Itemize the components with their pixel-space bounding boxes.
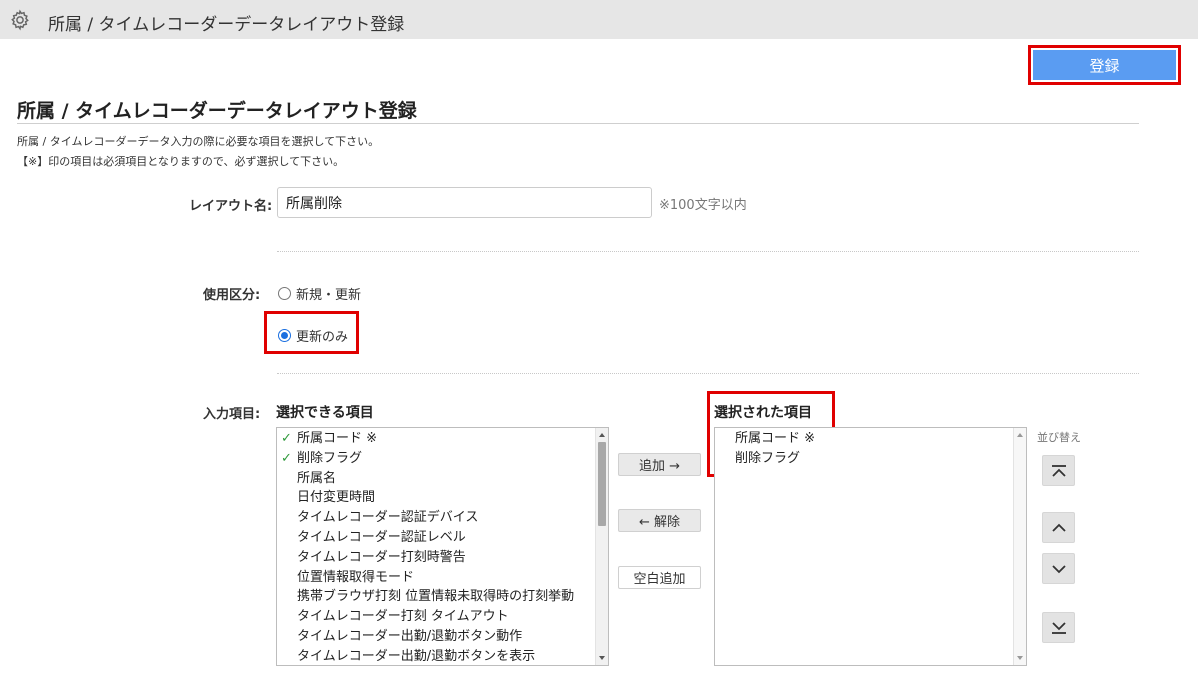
sort-label: 並び替え [1037, 431, 1081, 444]
remove-button[interactable]: ← 解除 [618, 509, 701, 532]
register-button-highlight: 登録 [1028, 45, 1181, 85]
move-up-button[interactable] [1042, 512, 1075, 543]
layout-name-hint: ※100文字以内 [659, 198, 747, 213]
layout-name-label: レイアウト名: [189, 199, 273, 214]
usage-option-update-only[interactable]: 更新のみ [278, 326, 348, 345]
usage-option-label: 新規・更新 [296, 288, 362, 303]
list-item[interactable]: 所属コード ※ [715, 429, 1026, 449]
list-item-label: 所属コード ※ [735, 431, 816, 446]
radio-button-checked[interactable] [278, 329, 291, 342]
move-to-bottom-icon [1051, 621, 1066, 634]
add-button[interactable]: 追加 → [618, 453, 701, 476]
available-items-heading: 選択できる項目 [276, 405, 374, 421]
title-divider [17, 123, 1139, 124]
list-item-label: タイムレコーダー打刻 タイムアウト [297, 609, 509, 625]
list-item-label: タイムレコーダー認証デバイス [297, 510, 479, 526]
list-item[interactable]: タイムレコーダー出勤/退勤ボタンを表示 [277, 647, 608, 665]
list-item[interactable]: 位置情報取得モード [277, 568, 608, 588]
list-item[interactable]: タイムレコーダー打刻 タイムアウト [277, 607, 608, 627]
list-item-label: タイムレコーダー認証レベル [297, 529, 466, 545]
scroll-down-icon[interactable] [1017, 656, 1023, 660]
chevron-down-icon [1051, 564, 1066, 573]
required-note: 【※】印の項目は必須項目となりますので、必ず選択して下さい。 [17, 155, 345, 168]
list-item[interactable]: ✓ 削除フラグ [277, 449, 608, 469]
move-down-button[interactable] [1042, 553, 1075, 584]
move-to-top-icon [1051, 464, 1066, 477]
list-item[interactable]: タイムレコーダー認証レベル [277, 528, 608, 548]
gear-icon[interactable] [9, 9, 31, 31]
usage-option-new-update[interactable]: 新規・更新 [278, 284, 361, 303]
divider [277, 251, 1139, 252]
list-item-label: 位置情報取得モード [297, 569, 415, 585]
list-item[interactable]: 所属名 [277, 469, 608, 489]
list-item[interactable]: ✓ 所属コード ※ [277, 429, 608, 449]
selected-items-heading: 選択された項目 [714, 405, 812, 421]
scroll-down-icon[interactable] [599, 656, 605, 660]
page-description: 所属 / タイムレコーダーデータ入力の際に必要な項目を選択して下さい。 [17, 135, 380, 148]
input-items-label: 入力項目: [203, 407, 261, 422]
radio-button[interactable] [278, 287, 291, 300]
list-item[interactable]: タイムレコーダー出勤/退勤ボタン動作 [277, 627, 608, 647]
register-button[interactable]: 登録 [1033, 50, 1176, 80]
window-title: 所属 / タイムレコーダーデータレイアウト登録 [48, 15, 405, 35]
list-item[interactable]: 日付変更時間 [277, 488, 608, 508]
selected-items-list[interactable]: 所属コード ※ 削除フラグ [714, 427, 1027, 666]
list-item-label: タイムレコーダー出勤/退勤ボタンを表示 [297, 648, 536, 664]
scrollbar[interactable] [1013, 428, 1026, 665]
list-item-label: 携帯ブラウザ打刻 位置情報未取得時の打刻挙動 [297, 589, 575, 605]
available-items-list[interactable]: ✓ 所属コード ※ ✓ 削除フラグ 所属名 日付変更時間 タイムレコーダー認証デバイス タイム… [276, 427, 609, 666]
scroll-up-icon[interactable] [1017, 433, 1023, 437]
chevron-up-icon [1051, 523, 1066, 532]
usage-option-label: 更新のみ [296, 330, 349, 345]
list-item[interactable]: タイムレコーダー認証デバイス [277, 508, 608, 528]
move-to-top-button[interactable] [1042, 455, 1075, 486]
divider [277, 373, 1139, 374]
list-item-label: 所属コード ※ [297, 431, 378, 446]
move-to-bottom-button[interactable] [1042, 612, 1075, 643]
scroll-thumb[interactable] [598, 442, 606, 526]
add-blank-button[interactable]: 空白追加 [618, 566, 701, 589]
top-bar: 所属 / タイムレコーダーデータレイアウト登録 [0, 0, 1198, 39]
scrollbar[interactable] [595, 428, 608, 665]
list-item-label: 所属名 [297, 470, 337, 486]
usage-label: 使用区分: [203, 288, 261, 303]
layout-name-input[interactable] [277, 187, 652, 218]
list-item-label: 削除フラグ [735, 450, 801, 466]
list-item-label: 日付変更時間 [297, 490, 376, 506]
list-item[interactable]: タイムレコーダー打刻時警告 [277, 548, 608, 568]
list-item[interactable]: 携帯ブラウザ打刻 位置情報未取得時の打刻挙動 [277, 587, 608, 607]
list-item-label: タイムレコーダー打刻時警告 [297, 549, 466, 565]
scroll-up-icon[interactable] [599, 433, 605, 437]
page-title: 所属 / タイムレコーダーデータレイアウト登録 [17, 100, 417, 122]
check-icon: ✓ [281, 450, 292, 466]
list-item-label: タイムレコーダー出勤/退勤ボタン動作 [297, 628, 523, 644]
list-item-label: 削除フラグ [297, 450, 363, 466]
list-item[interactable]: 削除フラグ [715, 449, 1026, 469]
check-icon: ✓ [281, 431, 292, 446]
